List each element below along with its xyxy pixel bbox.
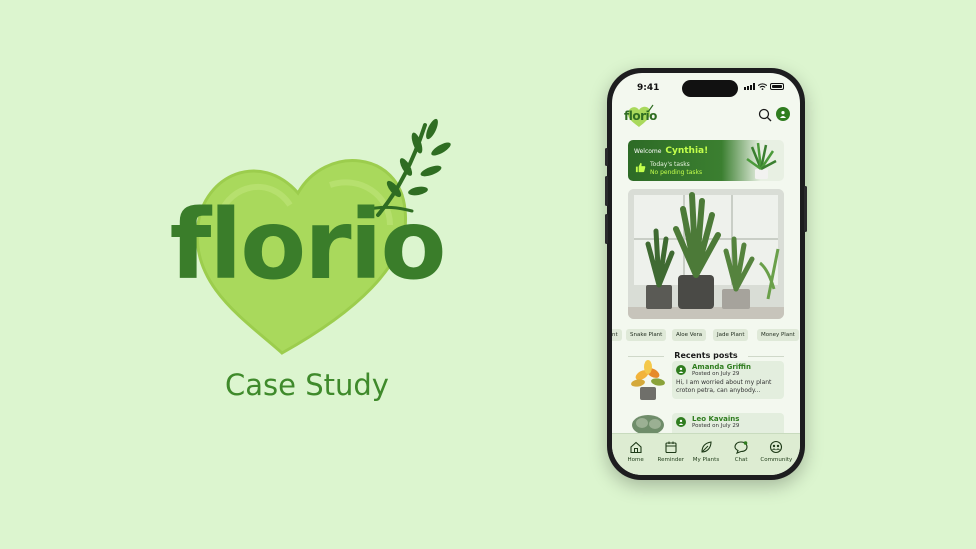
signal-icon bbox=[744, 83, 755, 90]
welcome-text: Welcome Cynthia! bbox=[634, 146, 708, 156]
tab-label: My Plants bbox=[692, 457, 720, 463]
app-logo-text: florio bbox=[624, 109, 657, 123]
croton-plant-image bbox=[631, 360, 665, 400]
search-icon[interactable] bbox=[758, 108, 772, 122]
tab-community[interactable]: Community bbox=[759, 434, 793, 475]
leaf-icon bbox=[701, 441, 712, 453]
phone-screen: 9:41 florio Welcome Cynthia! Today's tas… bbox=[612, 73, 800, 475]
status-icons bbox=[744, 83, 784, 90]
post-date: Posted on July 29 bbox=[692, 371, 740, 377]
category-chip[interactable]: Snake Plant bbox=[626, 329, 667, 341]
tasks-status: No pending tasks bbox=[650, 169, 703, 176]
thumbs-up-icon bbox=[635, 162, 646, 173]
phone-volume-down bbox=[605, 214, 608, 244]
post-date: Posted on July 29 bbox=[692, 423, 740, 429]
tab-label: Chat bbox=[734, 457, 748, 463]
phone-mockup: 9:41 florio Welcome Cynthia! Today's tas… bbox=[605, 68, 807, 480]
tab-label: Reminder bbox=[657, 457, 685, 463]
bottom-tab-bar: Home Reminder My Plants Chat Community bbox=[612, 433, 800, 475]
status-time: 9:41 bbox=[637, 83, 660, 93]
dynamic-island bbox=[682, 80, 738, 97]
post-text: Hi, I am worried about my plant croton p… bbox=[676, 379, 772, 394]
avatar bbox=[676, 417, 686, 427]
wifi-icon bbox=[758, 83, 767, 90]
app-logo[interactable]: florio bbox=[622, 103, 662, 129]
profile-icon[interactable] bbox=[776, 107, 790, 121]
app-header: florio bbox=[622, 103, 790, 129]
phone-power-button bbox=[804, 186, 807, 232]
tab-chat[interactable]: Chat bbox=[724, 434, 758, 475]
community-icon bbox=[770, 440, 783, 454]
logo-wordmark: florio bbox=[169, 189, 447, 301]
divider bbox=[748, 356, 784, 357]
hero-plant-image[interactable] bbox=[628, 189, 784, 319]
tab-label: Community bbox=[760, 457, 793, 463]
welcome-banner[interactable]: Welcome Cynthia! Today's tasks No pendin… bbox=[628, 140, 784, 181]
calendar-icon bbox=[665, 441, 677, 454]
tab-home[interactable]: Home bbox=[619, 434, 653, 475]
avatar bbox=[676, 365, 686, 375]
battery-icon bbox=[770, 83, 784, 90]
category-chip[interactable]: Aloe Vera bbox=[672, 329, 707, 341]
welcome-greeting: Welcome bbox=[634, 148, 662, 155]
category-chip[interactable]: Money Plant bbox=[757, 329, 799, 341]
case-study-title: Case Study bbox=[225, 368, 389, 402]
welcome-user-name: Cynthia! bbox=[665, 146, 709, 156]
category-chip[interactable]: nt bbox=[612, 329, 622, 341]
phone-side-button bbox=[605, 148, 608, 166]
post-card: Amanda Griffin Posted on July 29 Hi, I a… bbox=[672, 361, 784, 399]
post-author: Amanda Griffin bbox=[692, 363, 751, 371]
home-icon bbox=[630, 441, 642, 454]
post-author: Leo Kavains bbox=[692, 415, 740, 423]
snake-plants-photo bbox=[628, 189, 784, 319]
phone-volume-up bbox=[605, 176, 608, 206]
tab-reminder[interactable]: Reminder bbox=[654, 434, 688, 475]
tasks-label: Today's tasks bbox=[650, 161, 690, 168]
status-bar: 9:41 bbox=[612, 73, 800, 99]
tab-label: Home bbox=[627, 457, 644, 463]
potted-plant-image bbox=[746, 142, 777, 179]
category-chips: nt Snake Plant Aloe Vera Jade Plant Mone… bbox=[612, 329, 800, 341]
post-item[interactable]: Amanda Griffin Posted on July 29 Hi, I a… bbox=[628, 359, 784, 401]
category-chip[interactable]: Jade Plant bbox=[713, 329, 749, 341]
tab-my-plants[interactable]: My Plants bbox=[689, 434, 723, 475]
chat-icon bbox=[734, 441, 748, 454]
